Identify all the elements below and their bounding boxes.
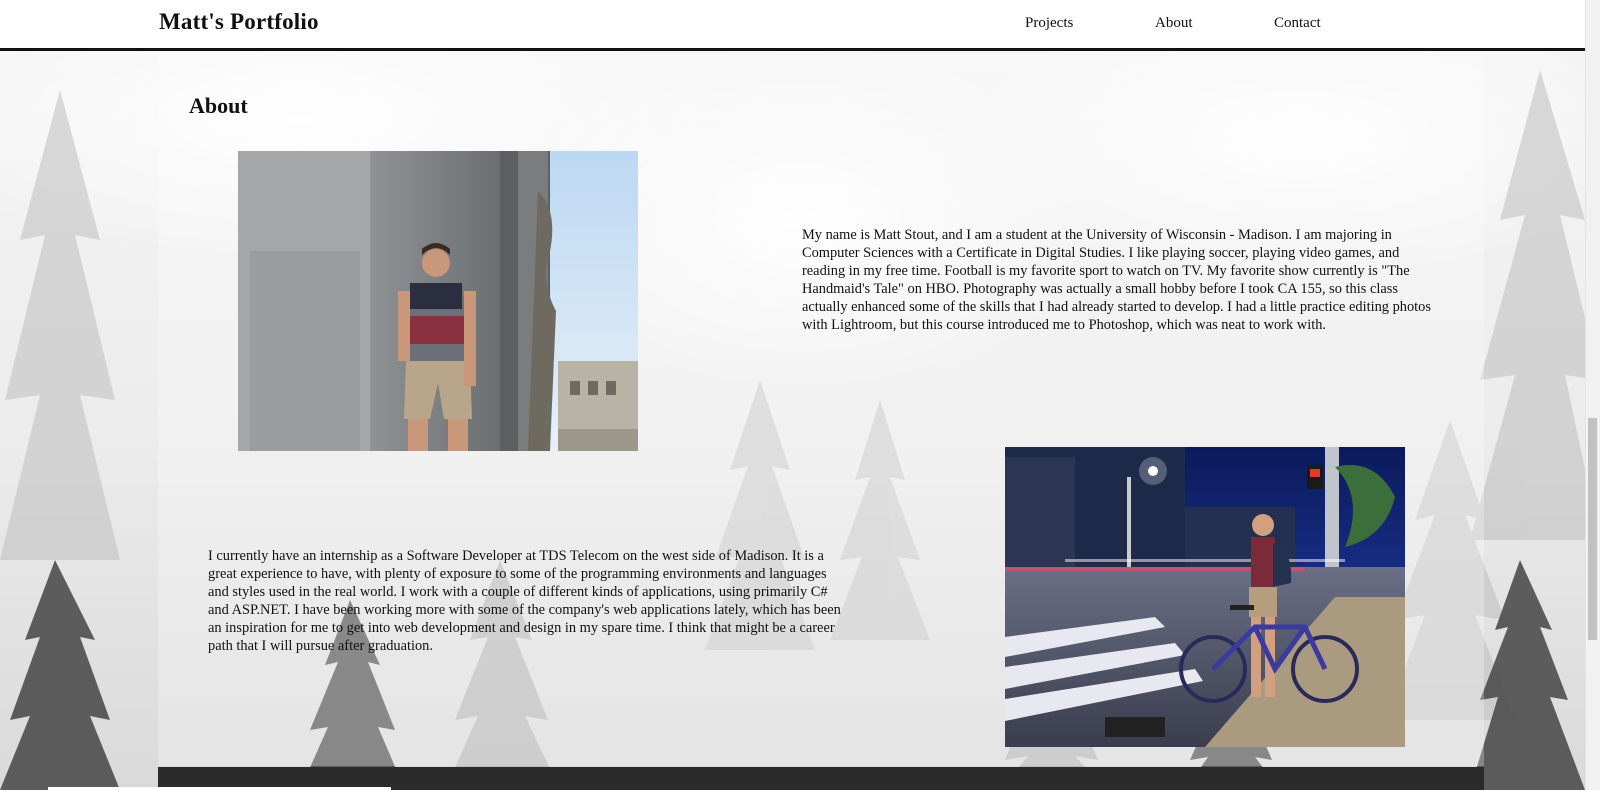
portrait-photo (238, 151, 638, 451)
vertical-scrollbar[interactable] (1585, 0, 1600, 790)
bicycle-photo (1005, 447, 1405, 747)
about-paragraph-1: My name is Matt Stout, and I am a studen… (802, 227, 1431, 333)
about-heading: About (189, 93, 248, 118)
about-paragraph-2: I currently have an internship as a Soft… (208, 548, 841, 654)
site-brand[interactable]: Matt's Portfolio (159, 9, 319, 35)
nav-projects-link[interactable]: Projects (1025, 15, 1073, 32)
scrollbar-thumb[interactable] (1588, 418, 1597, 640)
nav-contact-link[interactable]: Contact (1274, 15, 1321, 32)
site-header: Matt's Portfolio Projects About Contact (0, 0, 1585, 51)
nav-about-link[interactable]: About (1155, 15, 1193, 32)
